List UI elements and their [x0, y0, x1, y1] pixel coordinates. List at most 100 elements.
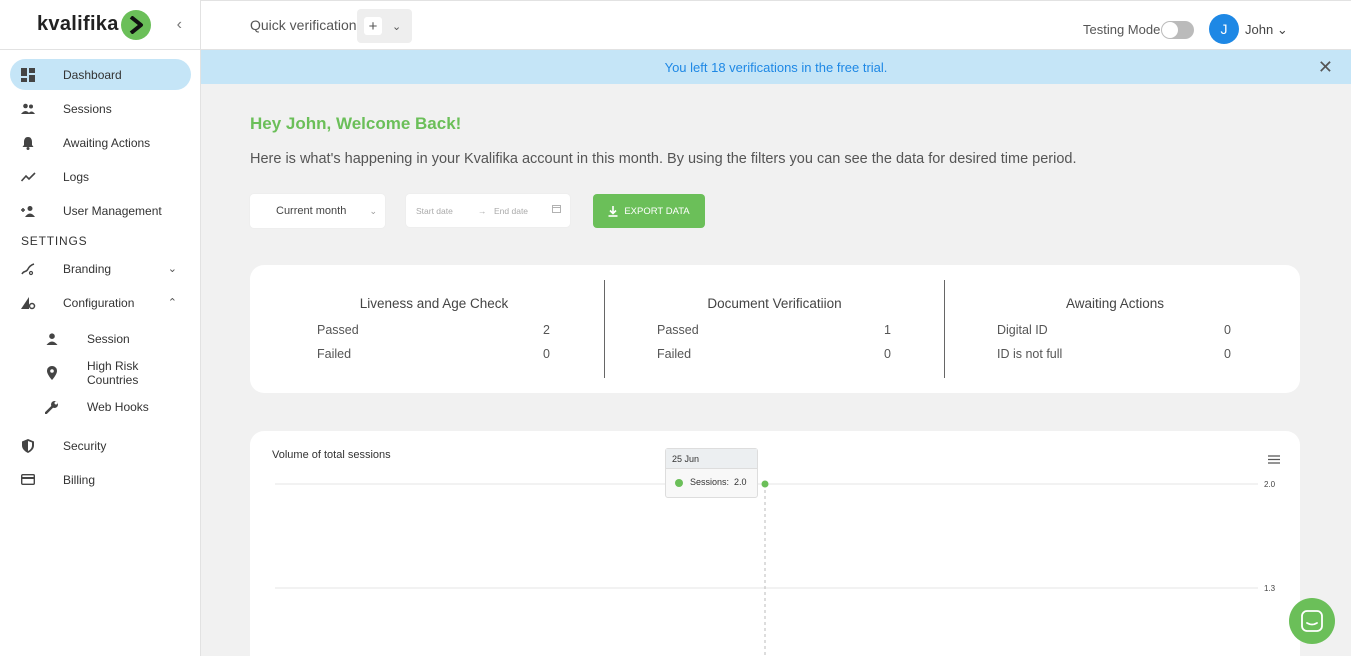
sidebar-item-branding[interactable]: Branding ⌄	[10, 253, 191, 284]
stat-title: Liveness and Age Check	[359, 296, 509, 311]
sidebar-item-billing[interactable]: Billing	[10, 464, 191, 495]
add-verification-button[interactable]: +	[364, 17, 382, 35]
close-icon[interactable]: ✕	[1318, 57, 1333, 78]
user-name: John	[1245, 22, 1274, 37]
chevron-up-icon: ⌃	[167, 297, 177, 309]
sessions-chart-card: Volume of total sessions 2.0 1.3 25 Jun S…	[250, 431, 1300, 656]
awaiting-stats: Awaiting Actions Digital ID 0 ID is not …	[945, 280, 1285, 378]
toggle-knob	[1162, 22, 1178, 38]
sidebar-item-logs[interactable]: Logs	[10, 161, 191, 192]
people-icon	[20, 101, 36, 117]
series-marker-icon	[675, 479, 683, 487]
sidebar-subitem-label: Session	[87, 332, 130, 346]
stat-label: Failed	[317, 347, 352, 361]
stat-label: Passed	[317, 323, 359, 337]
export-data-label: EXPORT DATA	[624, 205, 690, 217]
stat-label: ID is not full	[997, 347, 1063, 361]
stat-label: Failed	[657, 347, 692, 361]
sidebar-item-label: Sessions	[63, 101, 112, 116]
download-icon	[608, 205, 618, 217]
quick-verification-label: Quick verification	[250, 17, 357, 33]
tooltip-date: 25 Jun	[666, 449, 757, 469]
sidebar-subitem-high-risk-countries[interactable]: High Risk Countries	[40, 359, 191, 387]
stat-title: Document Verificatiion	[707, 296, 842, 311]
liveness-stats: Liveness and Age Check Passed 2 Failed 0	[265, 280, 603, 378]
calendar-icon	[552, 204, 561, 215]
stats-card: Liveness and Age Check Passed 2 Failed 0…	[250, 265, 1300, 393]
sidebar-item-configuration[interactable]: Configuration ⌃	[10, 287, 191, 318]
wrench-icon	[44, 399, 60, 415]
sidebar-item-security[interactable]: Security	[10, 430, 191, 461]
tooltip-value: 2.0	[734, 477, 747, 487]
brand-arrow-icon	[120, 9, 151, 40]
stat-title: Awaiting Actions	[1065, 296, 1165, 311]
brand: kvalifika ‹	[0, 0, 200, 50]
export-data-button[interactable]: EXPORT DATA	[593, 194, 705, 228]
y-tick-label: 1.3	[1264, 584, 1276, 593]
chat-launcher-button[interactable]	[1289, 598, 1335, 644]
chevron-down-icon: ⌄	[369, 205, 377, 216]
start-date-input[interactable]: Start date	[416, 206, 453, 216]
sidebar-item-label: Configuration	[63, 295, 135, 310]
sessions-chart: 2.0 1.3	[275, 480, 1276, 656]
stat-label: Passed	[657, 323, 699, 337]
quick-verification-group: + ⌄	[357, 9, 412, 43]
sidebar-item-label: Logs	[63, 169, 90, 184]
collapse-sidebar-button[interactable]: ‹	[177, 16, 182, 34]
stat-value: 2	[543, 323, 550, 337]
shield-icon	[20, 438, 36, 454]
config-icon	[20, 295, 36, 311]
bell-icon	[20, 135, 36, 151]
top-header: Quick verification + ⌄ Testing Mode J Jo…	[201, 0, 1351, 50]
stat-value: 0	[1224, 323, 1231, 337]
brand-logo-text: kvalifika	[37, 13, 119, 35]
sidebar-item-awaiting-actions[interactable]: Awaiting Actions	[10, 127, 191, 158]
chevron-down-icon: ⌄	[167, 263, 177, 275]
chart-tooltip: 25 Jun Sessions: 2.0	[665, 448, 758, 498]
stat-value: 0	[543, 347, 550, 361]
tooltip-label: Sessions:	[690, 477, 730, 487]
sidebar-item-user-management[interactable]: User Management	[10, 195, 191, 226]
end-date-input[interactable]: End date	[494, 206, 528, 216]
sidebar-subitem-label: High Risk Countries	[87, 359, 139, 387]
quick-verification-dropdown[interactable]: ⌄	[392, 20, 401, 33]
sidebar-item-label: Billing	[63, 472, 96, 487]
tooltip-body: Sessions: 2.0	[666, 469, 757, 487]
chat-icon	[1301, 610, 1323, 632]
chevron-down-icon: ⌄	[1276, 22, 1288, 37]
sidebar-subitem-web-hooks[interactable]: Web Hooks	[40, 393, 191, 421]
sidebar-item-sessions[interactable]: Sessions	[10, 93, 191, 124]
avatar[interactable]: J	[1209, 14, 1239, 44]
settings-section-label: SETTINGS	[21, 234, 88, 248]
user-menu[interactable]: John ⌄	[1245, 22, 1288, 38]
sidebar-subitem-session[interactable]: Session	[40, 325, 191, 353]
card-icon	[20, 472, 36, 488]
page-title: Hey John, Welcome Back!	[250, 114, 462, 133]
dashboard-icon	[20, 67, 36, 83]
sidebar-item-label: Security	[63, 438, 107, 453]
sidebar-item-label: User Management	[63, 203, 162, 218]
y-tick-label: 2.0	[1264, 480, 1276, 489]
sidebar-item-label: Awaiting Actions	[63, 135, 151, 150]
trial-banner: You left 18 verifications in the free tr…	[201, 50, 1351, 84]
person-icon	[44, 331, 60, 347]
date-range-picker[interactable]: Start date → End date	[406, 194, 570, 227]
period-select[interactable]: Current month ⌄	[250, 194, 385, 228]
testing-mode-label: Testing Mode	[1083, 22, 1161, 37]
trend-icon	[20, 169, 36, 185]
brush-icon	[20, 261, 36, 277]
stat-value: 0	[884, 347, 891, 361]
sidebar-item-dashboard[interactable]: Dashboard	[10, 59, 191, 90]
pin-icon	[44, 365, 60, 381]
trial-banner-text: You left 18 verifications in the free tr…	[664, 59, 888, 75]
document-stats: Document Verificatiion Passed 1 Failed 0	[605, 280, 944, 378]
data-point[interactable]	[761, 480, 769, 488]
sidebar-item-label: Branding	[63, 261, 112, 276]
stat-value: 0	[1224, 347, 1231, 361]
arrow-right-icon: →	[478, 206, 487, 216]
main-content: Hey John, Welcome Back! Here is what's h…	[201, 84, 1351, 656]
period-select-value: Current month	[276, 205, 347, 217]
add-user-icon	[20, 203, 36, 219]
sidebar: kvalifika ‹ Dashboard Sessions Awaiting …	[0, 0, 201, 656]
testing-mode-toggle[interactable]	[1161, 21, 1194, 39]
